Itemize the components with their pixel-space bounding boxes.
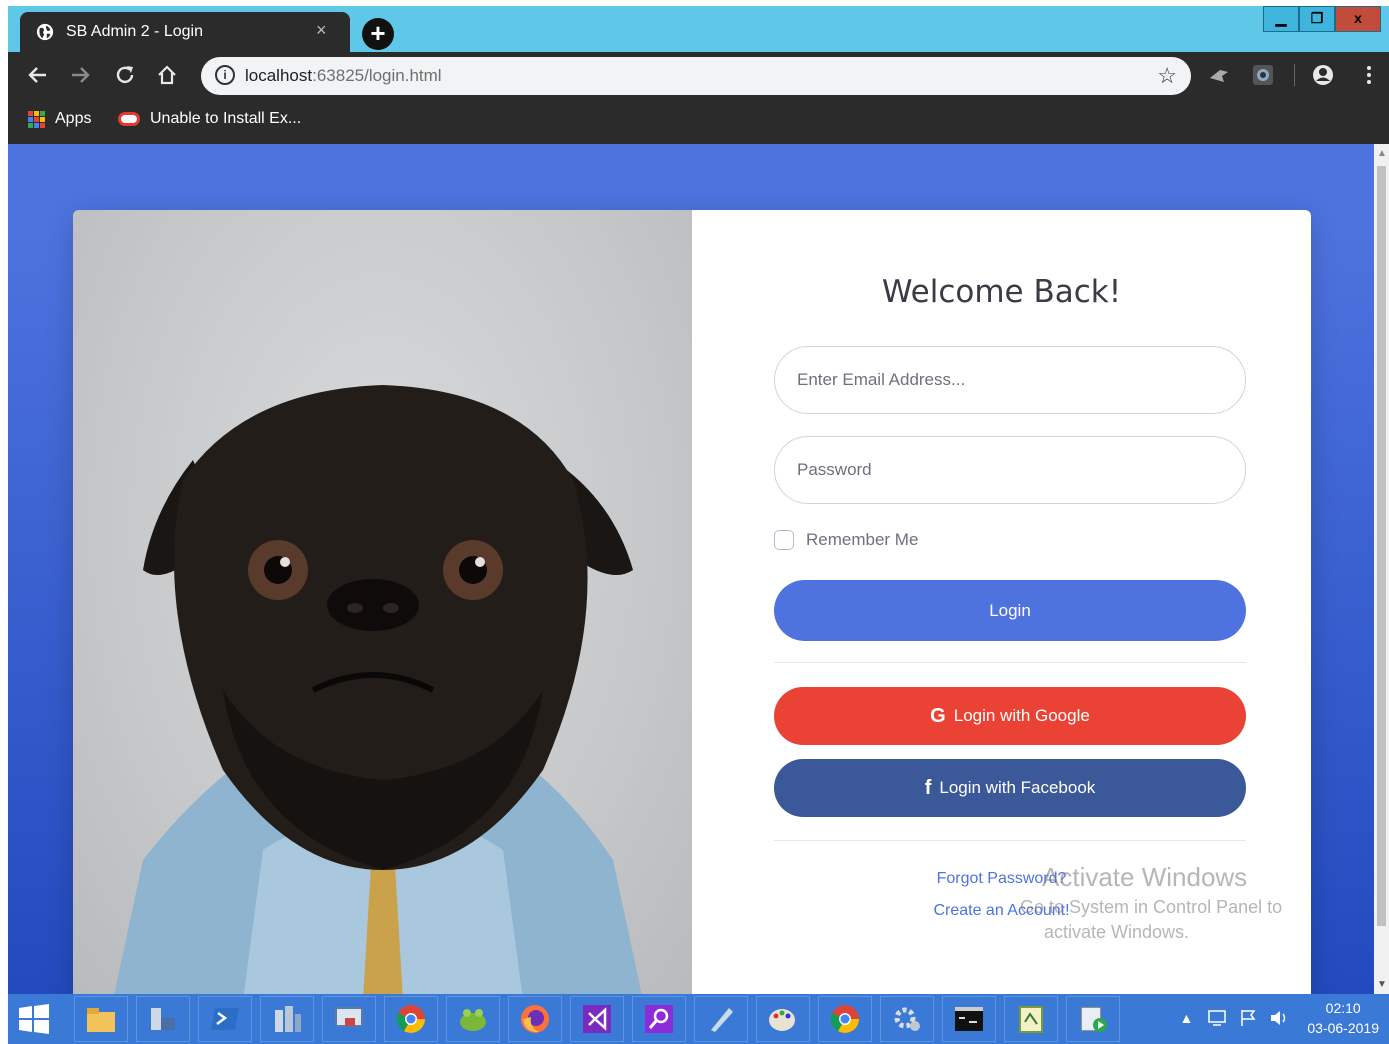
info-icon[interactable]: i: [215, 65, 235, 85]
remote-desktop-icon[interactable]: [322, 996, 376, 1042]
restore-button[interactable]: ❐: [1299, 6, 1335, 32]
divider: [774, 662, 1246, 663]
dog-photo: [73, 210, 692, 994]
firefox-icon[interactable]: [508, 996, 562, 1042]
address-bar[interactable]: i localhost:63825/login.html ☆: [201, 57, 1191, 95]
notes-app-icon[interactable]: [694, 996, 748, 1042]
home-icon[interactable]: [156, 64, 178, 86]
bookmarks-bar: Apps Unable to Install Ex...: [8, 100, 1389, 144]
extension-camera-icon[interactable]: [1252, 64, 1274, 86]
paint-icon[interactable]: [756, 996, 810, 1042]
email-field[interactable]: [774, 346, 1246, 414]
taskbar: ▲ 02:10 03-06-2019: [8, 994, 1389, 1044]
page-scrollbar[interactable]: ▲ ▼: [1374, 144, 1389, 994]
facebook-login-label: Login with Facebook: [939, 778, 1096, 797]
system-tray: ▲ 02:10 03-06-2019: [1180, 998, 1379, 1038]
tab-close-icon[interactable]: ×: [316, 20, 327, 41]
url-path: :63825/login.html: [312, 66, 442, 85]
profile-icon[interactable]: [1312, 64, 1334, 86]
network-icon[interactable]: [1207, 1009, 1227, 1027]
browser-tab[interactable]: SB Admin 2 - Login ×: [20, 12, 350, 52]
clock[interactable]: 02:10 03-06-2019: [1307, 998, 1379, 1038]
scroll-up-arrow-icon[interactable]: ▲: [1377, 148, 1387, 159]
bookmark-oracle[interactable]: Unable to Install Ex...: [118, 110, 301, 128]
browser-toolbar: i localhost:63825/login.html ☆: [8, 52, 1389, 100]
bookmark-star-icon[interactable]: ☆: [1157, 63, 1177, 89]
pug-illustration: [114, 385, 642, 994]
minimize-button[interactable]: ▁: [1263, 6, 1299, 32]
activate-windows-watermark: Activate Windows Go to System in Control…: [1020, 862, 1282, 943]
facebook-login-button[interactable]: f Login with Facebook: [774, 759, 1246, 817]
frog-app-icon[interactable]: [446, 996, 500, 1042]
building-app-icon[interactable]: [260, 996, 314, 1042]
close-window-button[interactable]: x: [1335, 6, 1381, 32]
browser-window: SB Admin 2 - Login × + ▁ ❐ x i localhost…: [0, 0, 1389, 1044]
back-arrow-icon[interactable]: [26, 64, 48, 86]
chrome-icon-2[interactable]: [818, 996, 872, 1042]
page-title: Welcome Back!: [881, 274, 1122, 310]
bookmark-apps-label: Apps: [55, 110, 92, 127]
remember-checkbox[interactable]: [774, 530, 794, 550]
oracle-icon: [118, 112, 140, 126]
forward-arrow-icon[interactable]: [70, 64, 92, 86]
watermark-title: Activate Windows: [1042, 862, 1248, 892]
settings-gear-icon[interactable]: [880, 996, 934, 1042]
bookmark-apps[interactable]: Apps: [28, 110, 91, 128]
url-host: localhost: [245, 66, 313, 85]
tab-title: SB Admin 2 - Login: [66, 23, 203, 40]
google-icon: G: [930, 704, 946, 727]
powershell-icon[interactable]: [198, 996, 252, 1042]
remember-me[interactable]: Remember Me: [774, 530, 918, 550]
tray-expand-icon[interactable]: ▲: [1180, 1010, 1194, 1026]
reload-icon[interactable]: [114, 64, 136, 86]
url-text: localhost:63825/login.html: [245, 66, 442, 86]
watermark-line: activate Windows.: [1044, 922, 1190, 942]
globe-icon: [36, 23, 54, 41]
title-bar: SB Admin 2 - Login × + ▁ ❐ x: [8, 6, 1389, 52]
bookmark-oracle-label: Unable to Install Ex...: [150, 110, 302, 127]
apps-grid-icon: [28, 110, 45, 128]
new-tab-button[interactable]: +: [362, 18, 394, 50]
extension-bird-icon[interactable]: [1208, 64, 1230, 86]
visual-studio-icon[interactable]: [570, 996, 624, 1042]
notepad-plus-icon[interactable]: [1004, 996, 1058, 1042]
google-login-label: Login with Google: [953, 706, 1090, 725]
task-runner-icon[interactable]: [1066, 996, 1120, 1042]
file-explorer-icon[interactable]: [74, 996, 128, 1042]
windows-logo-icon: [19, 1004, 49, 1034]
window-controls: ▁ ❐ x: [1263, 6, 1381, 32]
volume-icon[interactable]: [1269, 1009, 1289, 1027]
menu-dots-icon[interactable]: [1358, 64, 1380, 86]
flag-icon[interactable]: [1239, 1009, 1257, 1027]
clock-date: 03-06-2019: [1307, 1020, 1379, 1036]
toolbar-divider: [1294, 64, 1295, 86]
chrome-icon[interactable]: [384, 996, 438, 1042]
google-login-button[interactable]: G Login with Google: [774, 687, 1246, 745]
facebook-icon: f: [924, 776, 932, 799]
clock-time: 02:10: [1325, 1000, 1361, 1016]
divider: [774, 840, 1246, 841]
search-app-icon[interactable]: [632, 996, 686, 1042]
password-field[interactable]: [774, 436, 1246, 504]
command-prompt-icon[interactable]: [942, 996, 996, 1042]
start-button[interactable]: [8, 996, 60, 1042]
server-manager-icon[interactable]: [136, 996, 190, 1042]
scroll-thumb[interactable]: [1377, 166, 1386, 926]
remember-label: Remember Me: [806, 530, 919, 549]
scroll-down-arrow-icon[interactable]: ▼: [1377, 979, 1387, 990]
login-button[interactable]: Login: [774, 580, 1246, 641]
watermark-line: Go to System in Control Panel to: [1020, 897, 1283, 917]
